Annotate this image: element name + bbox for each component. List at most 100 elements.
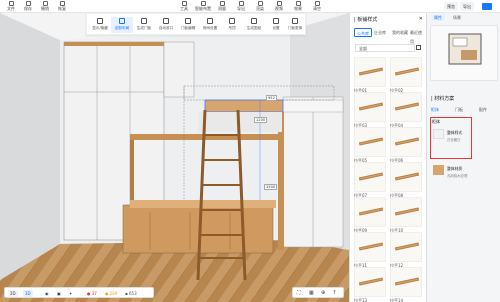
help-icon[interactable]: ? <box>333 290 336 296</box>
3d-viewport[interactable]: 952 1200 1500 <box>0 13 349 302</box>
material-desc: 白色暖白 <box>447 138 461 142</box>
fullscreen-icon[interactable]: ⛶ <box>297 290 301 296</box>
share-button[interactable] <box>482 3 492 10</box>
style-thumbnail <box>354 92 386 122</box>
stat-gray: ▪ 653 <box>125 291 137 296</box>
toolbar-measure-button[interactable]: 测量 <box>213 1 231 12</box>
wood-slat-icon <box>394 242 420 251</box>
wood-slat-icon <box>358 277 384 286</box>
style-thumbnail <box>390 232 422 262</box>
wood-slat-icon <box>394 137 420 146</box>
style-thumbnail <box>390 267 422 297</box>
export-right-button[interactable]: 导出 <box>460 2 474 11</box>
tab-public-library[interactable]: 公共库 <box>354 28 372 37</box>
ceiling-icon <box>229 18 235 24</box>
trim-icon <box>163 18 169 24</box>
style-thumbnail <box>354 197 386 227</box>
door-icon <box>141 18 147 24</box>
style-thumbnail <box>354 267 386 297</box>
style-thumbnail <box>390 162 422 192</box>
sub-tab-door[interactable]: 门板 <box>455 107 463 113</box>
dimension-side-label: 1500 <box>264 184 278 190</box>
toolbar-tool-button[interactable]: 工具 <box>175 1 193 12</box>
scene-drawing <box>0 13 349 302</box>
view-icon[interactable]: ◉ <box>45 291 49 296</box>
mode-2d-button[interactable]: 2D <box>8 290 18 297</box>
light-icon[interactable]: ✦ <box>69 291 72 296</box>
style-item[interactable]: 拉手13 <box>354 267 388 302</box>
toolbar-save-button[interactable]: 保存 <box>19 1 37 12</box>
layout-icon <box>119 18 125 24</box>
camera-icon[interactable]: ▣ <box>57 291 61 296</box>
edit-icon <box>185 18 191 24</box>
room-settings-button[interactable]: 房间设置 <box>199 17 221 33</box>
preview-button[interactable]: 预览 <box>444 2 458 11</box>
drawing-icon <box>251 18 257 24</box>
style-item[interactable]: 拉手14 <box>390 267 424 302</box>
section-title: | 材料方案 <box>431 96 455 102</box>
toolbar-export-button[interactable]: 导出 <box>232 1 250 12</box>
material-group-label: 柜体 <box>432 119 440 124</box>
door-edit-button[interactable]: 门板编辑 <box>177 17 199 33</box>
toolbar-undo-button[interactable]: 撤销 <box>36 1 54 12</box>
swap-icon <box>292 18 298 24</box>
material-desc-2: 浅胡桃木纹理 <box>447 174 468 178</box>
style-thumbnail <box>390 92 422 122</box>
toolbar-file-button[interactable]: 文件 <box>2 1 20 12</box>
stat-orange: ● 289 <box>105 291 118 296</box>
sub-tab-accessory[interactable]: 配件 <box>479 107 487 113</box>
ceiling-button[interactable]: 吊顶 <box>221 17 243 33</box>
tab-enterprise-library[interactable]: 企业库 <box>372 28 388 37</box>
replace-door-button[interactable]: 门板更换 <box>285 17 305 33</box>
style-thumbnail <box>354 127 386 157</box>
tab-recent[interactable]: 最近使用 <box>408 28 426 44</box>
grid-view-icon[interactable] <box>416 45 421 50</box>
tab-properties[interactable]: 属性 <box>431 15 445 21</box>
drawings-button[interactable]: 生成图纸 <box>243 17 265 33</box>
toolbar-smart-layout-button[interactable]: 智能布置 <box>194 1 212 12</box>
zoom-icon[interactable]: ⊕ <box>321 290 325 296</box>
wood-slat-icon <box>358 172 384 181</box>
wood-slat-icon <box>358 137 384 146</box>
auto-trim-button[interactable]: 自动收口 <box>155 17 177 33</box>
tab-favorites[interactable]: 我的收藏 <box>390 28 410 37</box>
mode-3d-button[interactable]: 3D <box>23 290 33 297</box>
style-item-label: 拉手14 <box>390 298 404 302</box>
toolbar-clear-button[interactable]: 清空 <box>308 1 326 12</box>
generate-door-button[interactable]: 生成门板 <box>133 17 155 33</box>
settings-button[interactable]: 设置 <box>265 17 287 33</box>
style-thumbnail <box>390 127 422 157</box>
wood-slat-icon <box>394 102 420 111</box>
eye-icon <box>97 18 103 24</box>
toolbar-video-button[interactable]: 视频 <box>270 1 288 12</box>
room-plan-thumbnail <box>448 33 482 65</box>
bottom-status-bar: 2D 3D ◉ ▣ ✦ ● 37 ● 289 ▪ 653 <box>4 287 154 298</box>
wood-slat-icon <box>394 67 420 76</box>
custom-layout-button[interactable]: 定制布局 <box>111 17 133 33</box>
material-swatch-wood[interactable] <box>433 165 444 175</box>
wood-slat-icon <box>394 172 420 181</box>
sub-tab-cabinet[interactable]: 柜体 <box>431 107 439 113</box>
wood-slat-icon <box>358 242 384 251</box>
dimension-right-label: 1200 <box>254 117 268 123</box>
dimension-top-label: 952 <box>266 95 277 101</box>
category-dropdown[interactable]: 全部 <box>355 44 415 52</box>
wood-slat-icon <box>358 207 384 216</box>
grid-icon[interactable]: ▦ <box>309 290 314 296</box>
style-thumbnail <box>354 162 386 192</box>
custom-toolbar: 显示/隐藏 定制布局 生成门板 自动收口 门板编辑 房间设置 吊顶 生成图纸 设… <box>86 13 306 35</box>
material-swatch-white[interactable] <box>433 129 444 139</box>
tab-scene[interactable]: 场景 <box>453 15 461 21</box>
material-name-2: 整体材质 <box>447 166 463 171</box>
gear-icon <box>273 18 279 24</box>
close-icon[interactable]: ✕ <box>419 16 423 22</box>
toolbar-render-button[interactable]: 渲染 <box>251 1 269 12</box>
style-item-label: 拉手13 <box>354 298 368 302</box>
toggle-visibility-button[interactable]: 显示/隐藏 <box>89 17 111 33</box>
material-name: 整体样式 <box>447 130 463 135</box>
bottom-right-tools: ⛶ ▦ ⊕ ? <box>292 287 344 298</box>
preview-card <box>430 25 498 81</box>
toolbar-effect-button[interactable]: 效果 <box>289 1 307 12</box>
room-icon <box>207 18 213 24</box>
toolbar-redo-button[interactable]: 恢复 <box>53 1 71 12</box>
